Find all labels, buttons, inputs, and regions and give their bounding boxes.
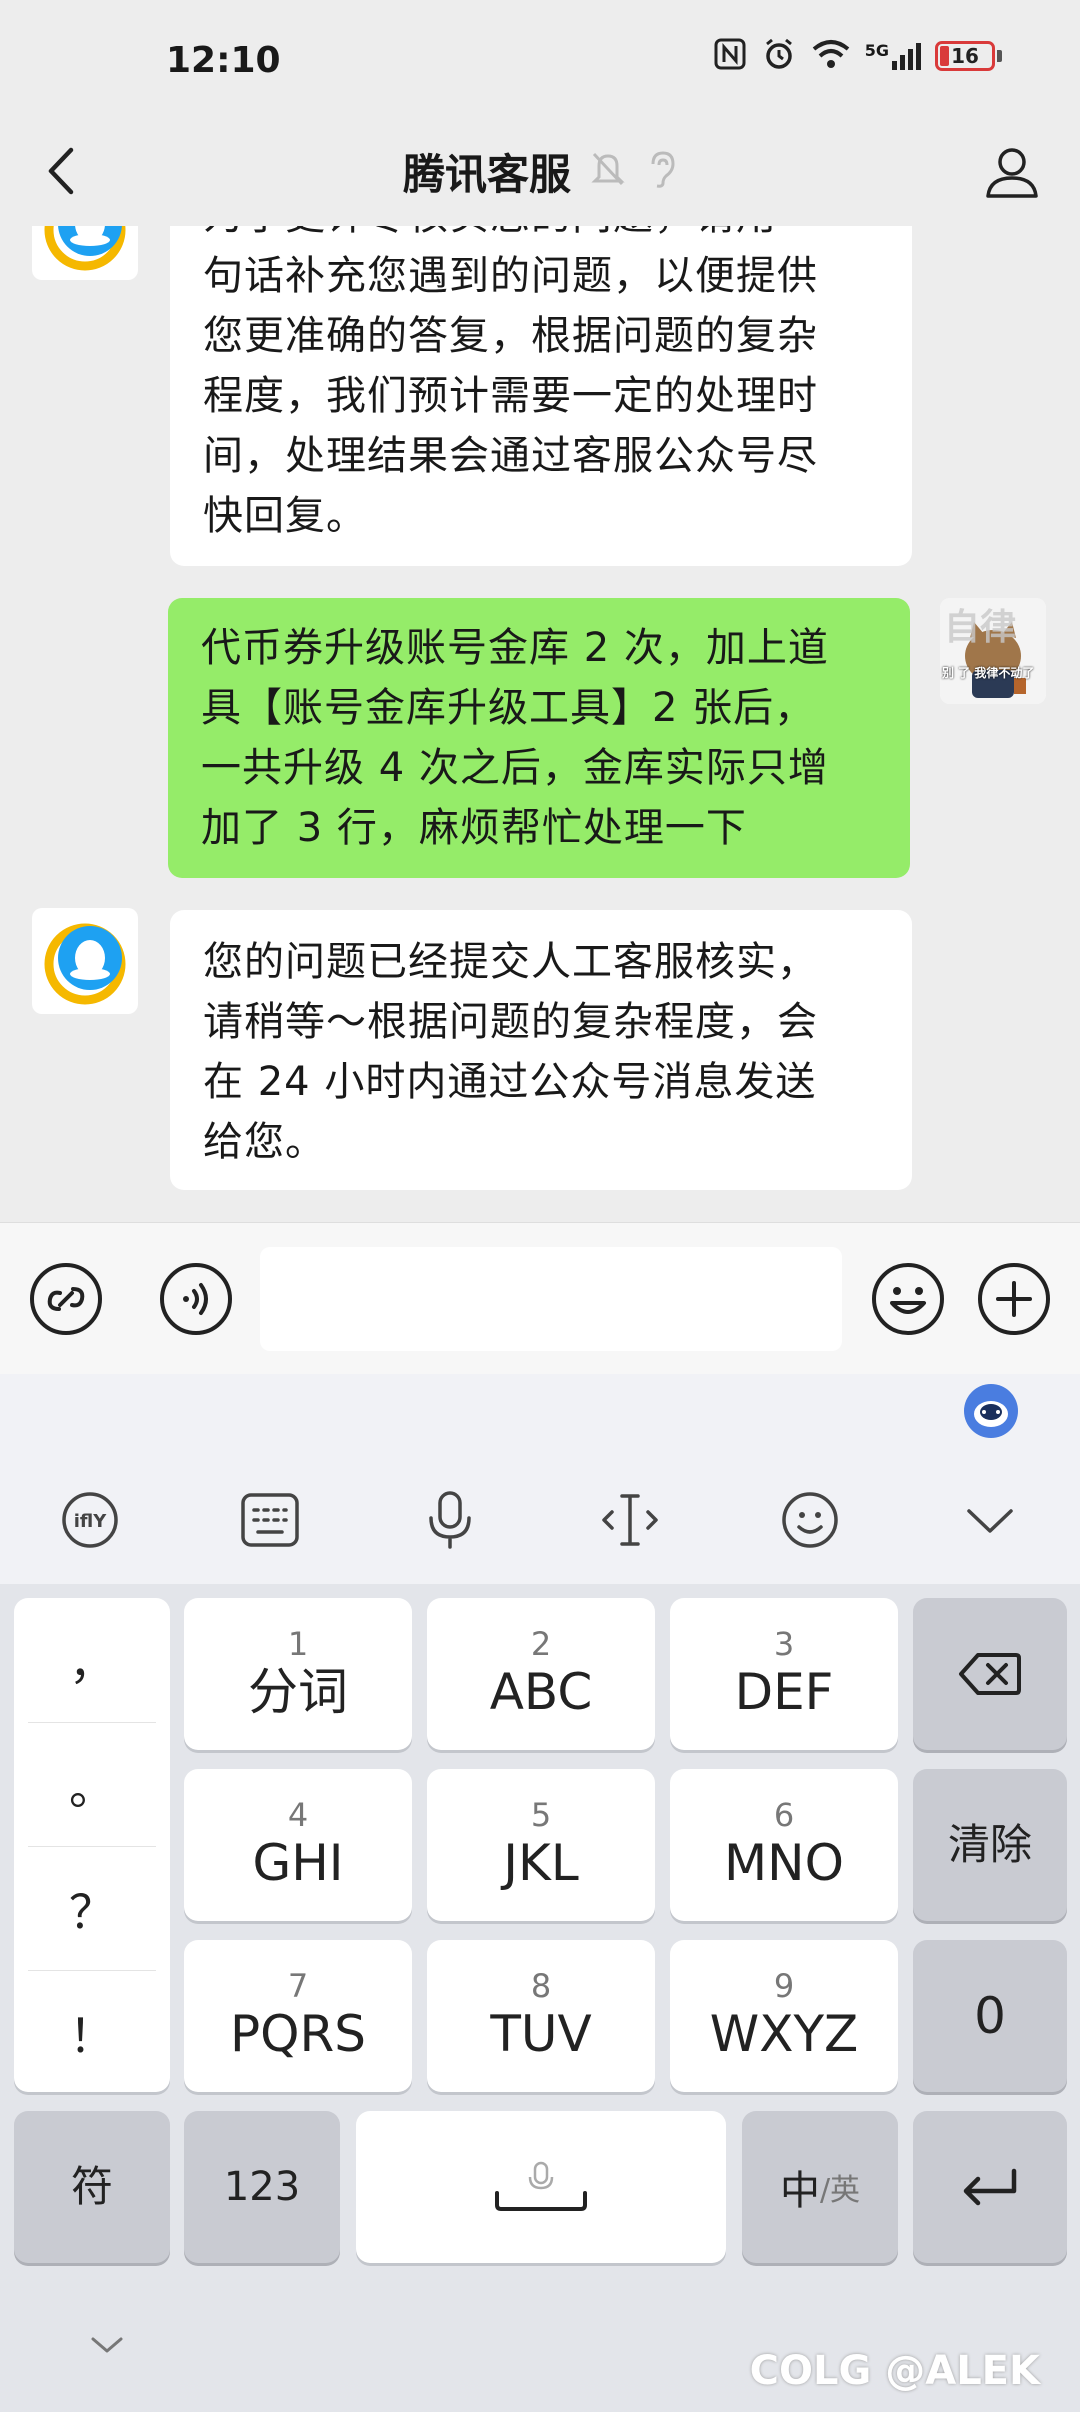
smiley-icon	[872, 1263, 944, 1335]
keyboard-icon	[241, 1493, 299, 1547]
person-icon	[986, 148, 1038, 198]
nfc-icon	[713, 37, 747, 75]
keyboard-toolbar: iflY	[0, 1374, 1080, 1584]
cursor-move-button[interactable]	[590, 1480, 670, 1560]
key-4[interactable]: 4 GHI	[184, 1769, 412, 1921]
message-bubble-received[interactable]: 为了更详尽核实您的问题，请用 句话补充您遇到的问题，以便提供 您更准确的答复，根…	[170, 226, 912, 566]
status-time: 12:10	[166, 40, 281, 81]
punct-key[interactable]: ？	[28, 1846, 156, 1971]
mini-program-button[interactable]	[26, 1259, 106, 1339]
key-3[interactable]: 3 DEF	[670, 1598, 898, 1750]
chevron-down-icon	[91, 2337, 123, 2353]
input-bar	[0, 1222, 1080, 1375]
key-5[interactable]: 5 JKL	[427, 1769, 655, 1921]
key-0[interactable]: 0	[913, 1940, 1067, 2092]
numbers-key[interactable]: 123	[184, 2111, 340, 2263]
key-1[interactable]: 1 分词	[184, 1598, 412, 1750]
plus-circle-icon	[978, 1263, 1050, 1335]
message-text: 您的问题已经提交人工客服核实， 请稍等～根据问题的复杂程度，会 在 24 小时内…	[203, 939, 818, 1165]
emoji-button[interactable]	[868, 1259, 948, 1339]
hide-keyboard-button[interactable]	[82, 2320, 132, 2370]
ime-assistant-button[interactable]	[962, 1382, 1020, 1440]
space-key[interactable]	[356, 2111, 726, 2263]
lang-cn-label: 中	[779, 2168, 820, 2214]
voice-icon	[160, 1263, 232, 1335]
iflytek-logo-button[interactable]: iflY	[50, 1480, 130, 1560]
signal-icon: 5G	[865, 41, 921, 71]
backspace-icon	[959, 1653, 1021, 1695]
punct-key[interactable]: 。	[28, 1722, 156, 1847]
key-2[interactable]: 2 ABC	[427, 1598, 655, 1750]
service-avatar[interactable]	[32, 226, 138, 280]
more-button[interactable]	[974, 1259, 1054, 1339]
keyboard-emoji-button[interactable]	[770, 1480, 850, 1560]
message-list[interactable]: 为了更详尽核实您的问题，请用 句话补充您遇到的问题，以便提供 您更准确的答复，根…	[0, 226, 1080, 1222]
lang-en-label: /英	[819, 2173, 861, 2208]
message-bubble-received[interactable]: 您的问题已经提交人工客服核实， 请稍等～根据问题的复杂程度，会 在 24 小时内…	[170, 910, 912, 1190]
message-text: 代币券升级账号金库 2 次，加上道 具【账号金库升级工具】2 张后， 一共升级 …	[201, 625, 829, 851]
watermark: COLG @ALEK	[749, 2348, 1040, 2394]
key-6[interactable]: 6 MNO	[670, 1769, 898, 1921]
enter-key[interactable]	[913, 2111, 1067, 2263]
enter-icon	[963, 2168, 1017, 2206]
assistant-mascot-icon	[964, 1384, 1018, 1438]
voice-typing-button[interactable]	[410, 1480, 490, 1560]
message-text: 为了更详尽核实您的问题，请用 句话补充您遇到的问题，以便提供 您更准确的答复，根…	[203, 226, 818, 539]
collapse-toolbar-button[interactable]	[950, 1480, 1030, 1560]
smiley-icon	[782, 1492, 838, 1548]
tencent-service-logo-icon	[44, 226, 126, 271]
punctuation-column[interactable]: ， 。 ？ ！	[14, 1598, 170, 2092]
message-input[interactable]	[260, 1247, 842, 1351]
key-7[interactable]: 7 PQRS	[184, 1940, 412, 2092]
key-9[interactable]: 9 WXYZ	[670, 1940, 898, 2092]
avatar-bottom-text: 别 了 我律不动了	[942, 666, 1035, 680]
user-avatar[interactable]: 自律 别 了 我律不动了	[940, 598, 1046, 704]
tencent-service-logo-icon	[44, 923, 126, 1005]
symbols-key[interactable]: 符	[14, 2111, 170, 2263]
key-8[interactable]: 8 TUV	[427, 1940, 655, 2092]
iflytek-icon: iflY	[62, 1492, 118, 1548]
battery-icon: 16	[935, 41, 1002, 71]
space-mic-icon	[495, 2161, 587, 2211]
mute-bell-icon	[589, 149, 627, 193]
alarm-icon	[761, 36, 797, 76]
chevron-down-icon	[967, 1509, 1013, 1533]
wifi-icon	[811, 38, 851, 74]
text-cursor-icon	[602, 1494, 658, 1546]
clear-key[interactable]: 清除	[913, 1769, 1067, 1921]
svg-text:iflY: iflY	[74, 1511, 108, 1532]
punct-key[interactable]: ，	[28, 1598, 156, 1722]
language-switch-key[interactable]: 中 /英	[742, 2111, 898, 2263]
message-bubble-sent[interactable]: 代币券升级账号金库 2 次，加上道 具【账号金库升级工具】2 张后， 一共升级 …	[168, 598, 910, 878]
backspace-key[interactable]	[913, 1598, 1067, 1750]
chat-title: 腾讯客服	[402, 149, 571, 199]
chat-header: 腾讯客服	[0, 118, 1080, 227]
service-avatar[interactable]	[32, 908, 138, 1014]
ear-icon	[645, 149, 677, 193]
network-type: 5G	[864, 41, 889, 60]
voice-input-button[interactable]	[156, 1259, 236, 1339]
microphone-icon	[429, 1491, 471, 1549]
status-bar: 12:10 5G 16	[0, 0, 1080, 118]
avatar-top-text: 自律	[944, 607, 1017, 648]
battery-level: 16	[951, 44, 979, 68]
status-icons: 5G 16	[713, 36, 1002, 76]
punct-key[interactable]: ！	[28, 1970, 156, 2095]
link-icon	[30, 1263, 102, 1335]
chat-info-button[interactable]	[972, 132, 1052, 212]
keyboard-switch-button[interactable]	[230, 1480, 310, 1560]
